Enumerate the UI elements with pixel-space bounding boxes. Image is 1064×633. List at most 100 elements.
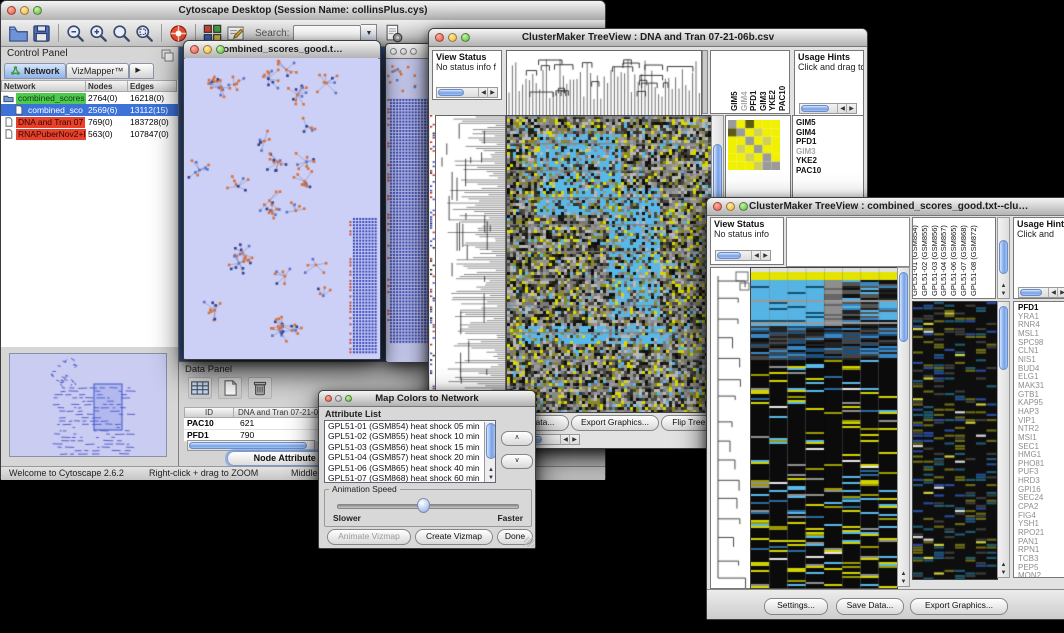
attribute-list-item[interactable]: GPL51-02 (GSM855) heat shock 10 min [325,431,495,441]
settings-button[interactable]: Settings... [764,598,828,615]
column-label[interactable]: GPL51-01 (GSM854) [912,225,919,296]
minimize-button[interactable] [20,6,29,15]
network-table-row[interactable]: DNA and Tran 07769(0)183728(0) [1,116,178,128]
scrollbar-thumb[interactable] [899,272,908,342]
attribute-list-item[interactable]: GPL51-04 (GSM857) heat shock 20 min [325,452,495,462]
gene-label[interactable]: PAC10 [793,166,863,176]
column-label[interactable]: GIM3 [759,91,768,111]
attribute-list[interactable]: GPL51-01 (GSM854) heat shock 05 minGPL51… [324,420,496,483]
scroll-up-icon[interactable]: ▲ [998,561,1009,569]
scroll-up-icon[interactable]: ▲ [898,570,909,578]
scrollbar-thumb[interactable] [1020,289,1042,296]
column-header-id[interactable]: ID [184,407,234,418]
scroll-right-icon[interactable]: ▶ [569,435,579,445]
scrollbar-thumb[interactable] [999,240,1008,274]
delete-attribute-icon[interactable] [248,377,272,399]
gene-label[interactable]: GIM4 [793,128,863,138]
attribute-list-item[interactable]: GPL51-07 (GSM868) heat shock 60 min [325,473,495,483]
import-document-icon[interactable] [383,23,404,44]
slider-thumb[interactable] [417,498,430,513]
attribute-list-scrollbar[interactable]: ▲ ▼ [484,422,496,482]
column-dendrogram-canvas[interactable] [506,50,702,116]
save-session-icon[interactable] [31,23,52,44]
close-button[interactable] [713,202,722,211]
create-vizmap-button[interactable]: Create Vizmap [415,529,493,545]
minimize-button[interactable] [203,45,212,54]
scroll-down-icon[interactable]: ▼ [898,578,909,586]
scroll-up-icon[interactable]: ▲ [998,282,1009,290]
titlebar[interactable] [386,44,431,59]
gene-list-scrollbar[interactable]: ▲ ▼ [997,301,1010,578]
scroll-up-icon[interactable]: ▲ [485,467,496,474]
attribute-list-item[interactable]: GPL51-03 (GSM856) heat shock 15 min [325,442,495,452]
titlebar[interactable]: ClusterMaker TreeView : combined_scores_… [707,198,1064,216]
float-panel-icon[interactable] [160,48,174,60]
column-label[interactable]: GPL51-03 (GSM856) [930,225,939,296]
move-up-button[interactable]: ∧ [501,431,533,446]
export-graphics-button[interactable]: Export Graphics... [910,598,1008,615]
scrollbar-thumb[interactable] [189,442,307,449]
column-label[interactable]: YKE2 [768,90,777,111]
close-button[interactable] [435,33,444,42]
scroll-down-icon[interactable]: ▼ [998,290,1009,298]
zoom-heatmap-canvas[interactable] [912,301,998,580]
minimize-button[interactable] [400,48,407,55]
scroll-right-icon[interactable]: ▶ [1057,288,1064,298]
usage-hints-scrollbar[interactable]: ◀ ▶ [1018,287,1064,298]
scrollbar-thumb[interactable] [717,252,741,259]
scroll-down-icon[interactable]: ▼ [998,569,1009,577]
attribute-list-item[interactable]: GPL51-06 (GSM865) heat shock 40 min [325,463,495,473]
column-label[interactable]: PFD1 [749,91,758,111]
network-table-row[interactable]: RNAPuberNov2+I563(0)107847(0) [1,128,178,140]
gene-dendrogram-canvas[interactable] [435,115,506,413]
zoom-out-icon[interactable] [65,23,86,44]
column-label[interactable]: PAC10 [778,86,787,111]
close-button[interactable] [7,6,16,15]
column-dendrogram-panel[interactable] [786,217,910,267]
zoom-button[interactable] [410,48,417,55]
zoom-button[interactable] [216,45,225,54]
column-labels-scrollbar[interactable]: ▲ ▼ [997,217,1010,299]
gene-label[interactable]: GIM5 [793,118,863,128]
titlebar[interactable]: combined_scores_good.txt--cluste... [184,41,380,59]
gene-dendrogram-canvas[interactable] [710,267,752,589]
heatmap-canvas[interactable] [750,267,898,589]
usage-hints-scrollbar[interactable]: ◀ ▶ [799,103,857,114]
minimize-button[interactable] [448,33,457,42]
resize-grip[interactable] [524,537,534,547]
splitter-handle[interactable] [702,50,708,114]
zoom-button[interactable] [739,202,748,211]
animate-vizmap-button[interactable]: Animate Vizmap [327,529,411,545]
zoom-button[interactable] [33,6,42,15]
gene-label[interactable]: GIM3 [793,147,863,157]
column-header-edges[interactable]: Edges [128,80,177,92]
zoom-button[interactable] [461,33,470,42]
column-header-nodes[interactable]: Nodes [86,80,128,92]
tab-vizmapper[interactable]: VizMapper™ [66,63,130,79]
column-label[interactable]: GPL51-06 (GSM865) [949,225,958,296]
minimize-button[interactable] [726,202,735,211]
view-status-scrollbar[interactable]: ◀ ▶ [715,250,771,261]
attribute-table-icon[interactable] [188,377,212,399]
titlebar[interactable]: ClusterMaker TreeView : DNA and Tran 07-… [429,29,867,47]
column-label[interactable]: GPL51-02 (GSM855) [920,225,929,296]
gene-label[interactable]: PFD1 [793,137,863,147]
search-input[interactable] [293,25,361,42]
column-label[interactable]: GPL51-07 (GSM868) [959,225,968,296]
scroll-right-icon[interactable]: ▶ [846,104,856,114]
attribute-list-item[interactable]: GPL51-01 (GSM854) heat shock 05 min [325,421,495,431]
close-button[interactable] [190,45,199,54]
column-label[interactable]: GPL51-04 (GSM857) [939,225,948,296]
move-down-button[interactable]: ∨ [501,454,533,469]
zoom-matrix-canvas[interactable] [728,120,780,170]
scroll-right-icon[interactable]: ▶ [760,251,770,261]
zoom-selected-icon[interactable] [134,23,155,44]
heatmap-vscrollbar[interactable]: ▲ ▼ [897,267,910,587]
gene-label[interactable]: YKE2 [793,156,863,166]
tab-network[interactable]: Network [4,63,66,79]
view-status-scrollbar[interactable]: ◀ ▶ [436,87,498,98]
network-table-row[interactable]: combined_sco2569(6)13112(15) [1,104,178,116]
open-session-icon[interactable] [8,23,29,44]
zoom-fit-icon[interactable] [111,23,132,44]
column-header-network[interactable]: Network [1,80,86,92]
